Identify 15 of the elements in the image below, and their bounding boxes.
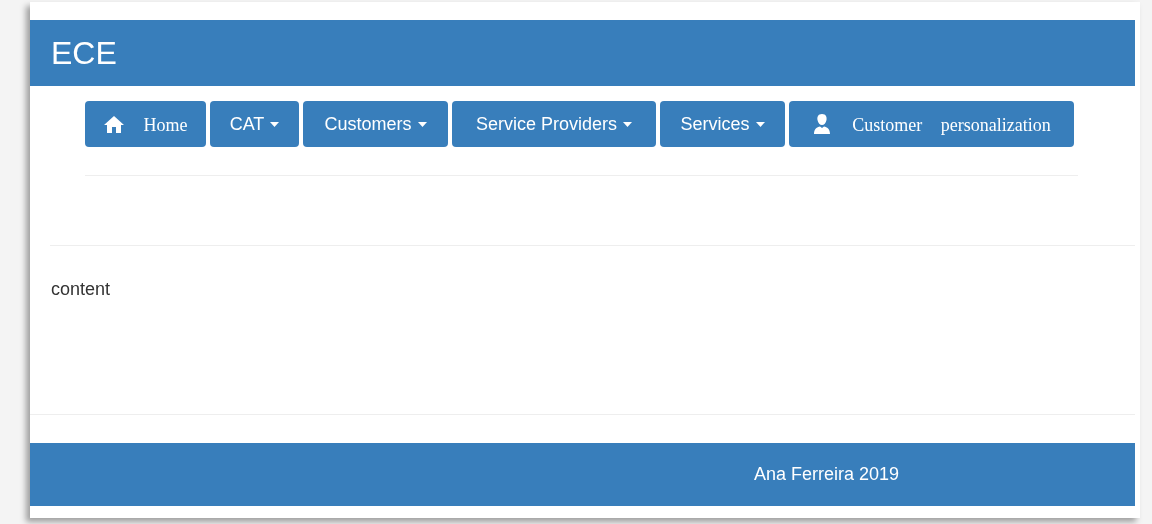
dropdown-menu-button[interactable]: Services	[660, 101, 785, 147]
home-link[interactable]: Home	[85, 101, 206, 147]
caret-icon	[623, 121, 632, 127]
site-title: ECE	[51, 37, 117, 69]
user-icon	[812, 114, 833, 134]
caret-icon	[755, 121, 765, 127]
caret-icon	[417, 121, 427, 127]
profile-link[interactable]: Customer personalization	[789, 101, 1074, 147]
dropdown-menu-button[interactable]: CAT	[210, 101, 299, 147]
content-text: content	[51, 279, 111, 299]
footer-text: Ana Ferreira 2019	[754, 463, 900, 486]
home-icon	[103, 115, 124, 133]
caret-icon	[270, 121, 280, 127]
dropdown-menu-button[interactable]: Service Providers	[452, 101, 656, 147]
dropdown-menu-button[interactable]: Customers	[303, 101, 448, 147]
